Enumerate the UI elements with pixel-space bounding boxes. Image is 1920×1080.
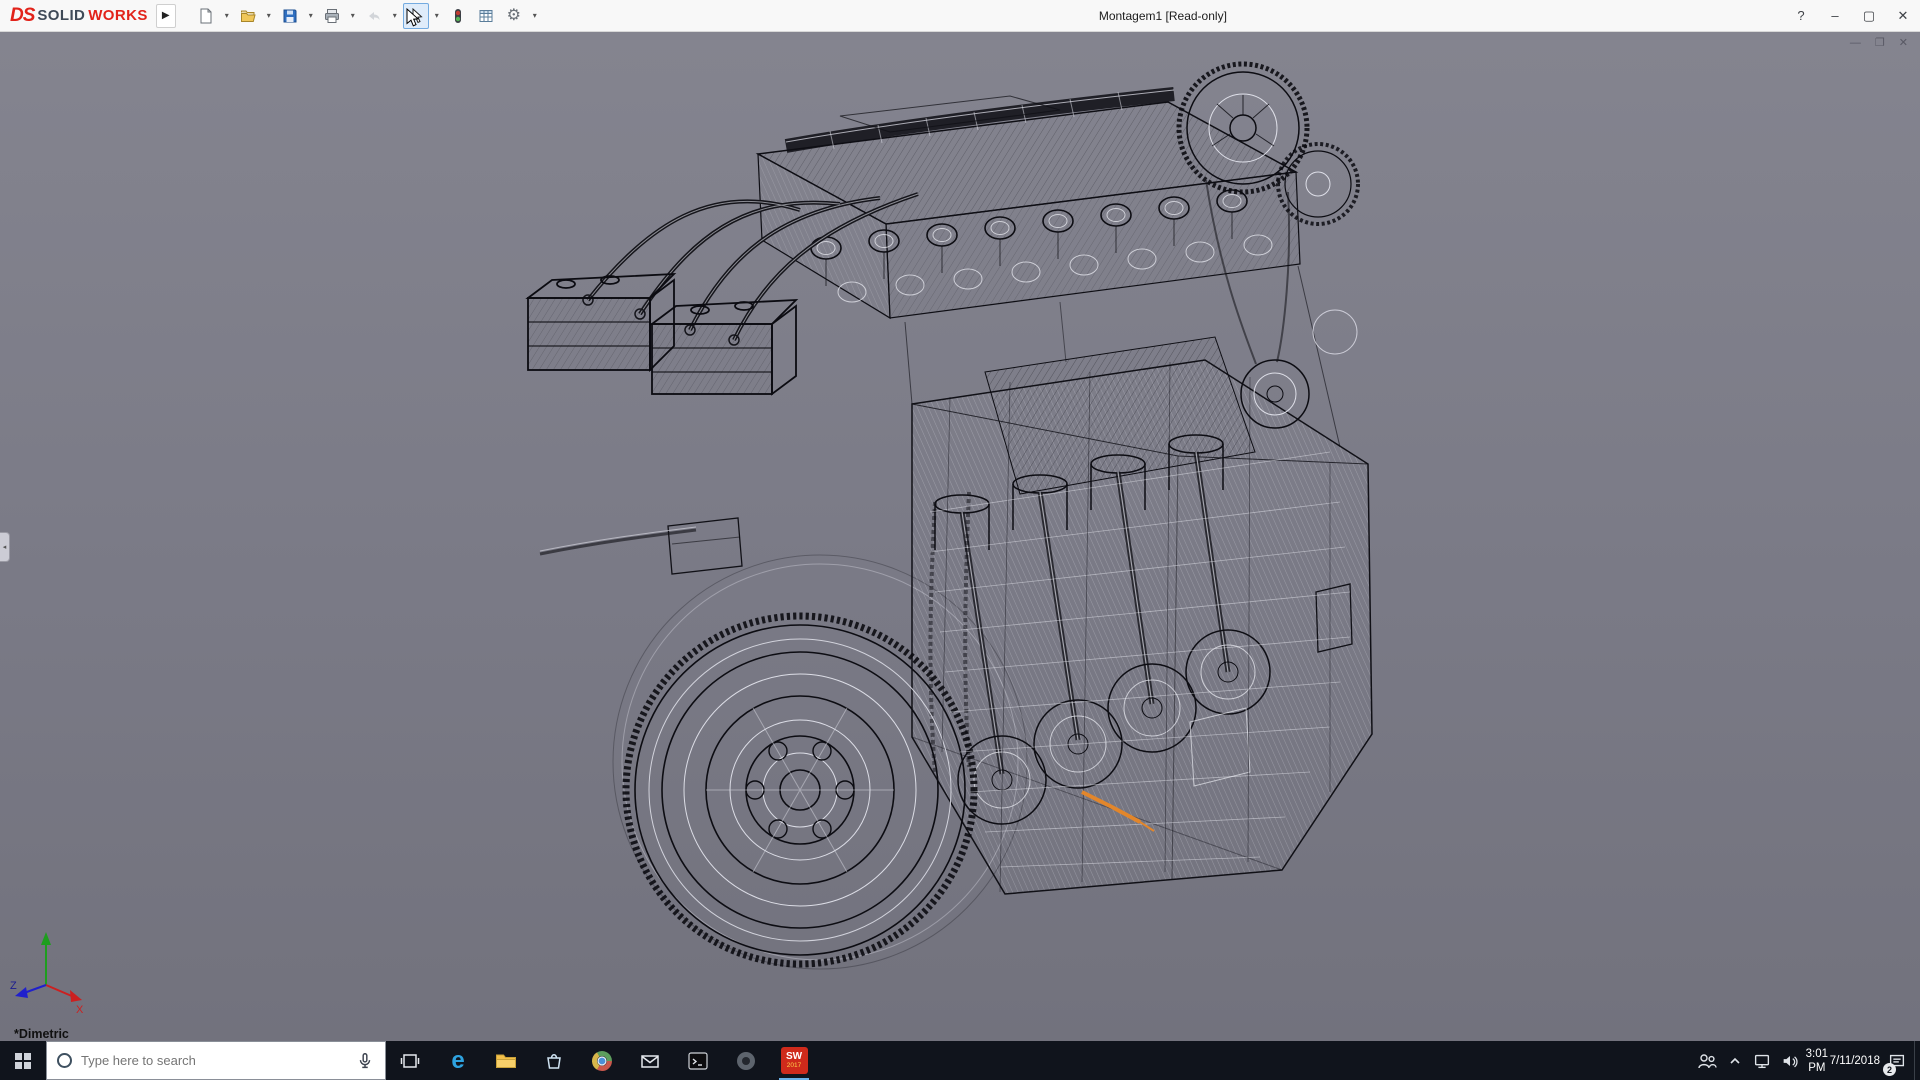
close-button[interactable]: ✕	[1886, 0, 1920, 31]
clock-date: 7/11/2018	[1830, 1054, 1880, 1068]
print-button[interactable]	[319, 3, 345, 29]
chrome-icon	[591, 1050, 613, 1072]
mail-envelope-icon	[639, 1050, 661, 1072]
new-document-button[interactable]	[193, 3, 219, 29]
rebuild-button[interactable]	[445, 3, 471, 29]
ignition-coils	[528, 274, 796, 394]
pinned-apps: e	[386, 1041, 818, 1080]
logo-text-solid: SOLID	[37, 7, 85, 24]
ds-logo-icon: DS	[10, 5, 34, 27]
microphone-icon[interactable]	[355, 1051, 375, 1071]
dropdown-caret[interactable]: ▾	[431, 11, 443, 20]
search-input[interactable]	[81, 1053, 346, 1068]
new-document-icon	[198, 8, 214, 24]
select-tool-button[interactable]	[403, 3, 429, 29]
logo-text-works: WORKS	[88, 7, 148, 24]
system-tray: 3:01 PM 7/11/2018 2	[1692, 1041, 1920, 1080]
gear-icon: ⚙	[507, 8, 521, 24]
open-folder-icon	[240, 8, 256, 24]
tray-overflow-button[interactable]	[1722, 1041, 1748, 1080]
maximize-button[interactable]: ▢	[1852, 0, 1886, 31]
save-button[interactable]	[277, 3, 303, 29]
store-button[interactable]	[530, 1041, 578, 1080]
chevron-up-icon	[1728, 1054, 1742, 1068]
solidworks-window: DS SOLIDWORKS ▶ ▾ ▾ ▾ ▾ ▾	[0, 0, 1920, 1080]
dropdown-caret[interactable]: ▾	[305, 11, 317, 20]
title-bar: DS SOLIDWORKS ▶ ▾ ▾ ▾ ▾ ▾	[0, 0, 1920, 32]
menu-flyout-button[interactable]: ▶	[156, 4, 176, 28]
people-button[interactable]	[1692, 1041, 1722, 1080]
feature-panel-collapse-tab[interactable]: ◂	[0, 532, 10, 562]
start-button[interactable]	[0, 1041, 46, 1080]
speaker-icon	[1780, 1051, 1800, 1071]
show-desktop-button[interactable]	[1914, 1041, 1920, 1080]
edge-browser-button[interactable]: e	[434, 1041, 482, 1080]
chrome-browser-button[interactable]	[578, 1041, 626, 1080]
edge-icon: e	[451, 1049, 464, 1073]
taskbar-search[interactable]	[46, 1041, 386, 1080]
orientation-triad[interactable]: X Z	[10, 925, 94, 1017]
window-controls: ? – ▢ ✕	[1784, 0, 1920, 31]
command-prompt-button[interactable]	[674, 1041, 722, 1080]
help-button[interactable]: ?	[1784, 0, 1818, 31]
select-cursor-icon	[408, 8, 424, 24]
cortana-icon	[57, 1053, 72, 1068]
windows-taskbar: e	[0, 1041, 1920, 1080]
doc-close-button[interactable]: ✕	[1899, 36, 1908, 50]
minimize-button[interactable]: –	[1818, 0, 1852, 31]
document-title: Montagem1 [Read-only]	[542, 9, 1784, 23]
dropdown-caret[interactable]: ▾	[221, 11, 233, 20]
mail-button[interactable]	[626, 1041, 674, 1080]
printer-icon	[324, 8, 340, 24]
dropdown-caret[interactable]: ▾	[347, 11, 359, 20]
undo-button[interactable]	[361, 3, 387, 29]
view-orientation-label: *Dimetric	[14, 1027, 69, 1041]
chevron-left-icon: ◂	[3, 543, 7, 551]
file-explorer-button[interactable]	[482, 1041, 530, 1080]
y-axis-arrow	[41, 932, 51, 945]
doc-restore-button[interactable]: ❐	[1875, 36, 1885, 50]
graphics-viewport[interactable]: — ❐ ✕ ◂ X Z *Dimetric	[0, 32, 1920, 1041]
engine-assembly-model[interactable]	[0, 32, 1920, 1041]
z-axis-arrow	[15, 987, 28, 998]
doc-minimize-button[interactable]: —	[1850, 36, 1861, 50]
people-icon	[1696, 1051, 1718, 1071]
document-window-controls: — ❐ ✕	[1850, 36, 1908, 50]
solidworks-app-button[interactable]: SW 2017	[770, 1041, 818, 1080]
z-axis-label: Z	[10, 980, 17, 992]
store-bag-icon	[543, 1050, 565, 1072]
round-app-icon	[735, 1050, 757, 1072]
network-icon	[1752, 1051, 1772, 1071]
quick-access-toolbar: ▾ ▾ ▾ ▾ ▾ ▾	[192, 3, 542, 29]
action-center-button[interactable]: 2	[1880, 1041, 1914, 1080]
dropdown-caret[interactable]: ▾	[389, 11, 401, 20]
dropdown-caret[interactable]: ▾	[529, 11, 541, 20]
windows-logo-icon	[15, 1053, 31, 1069]
x-axis-arrow	[70, 990, 82, 1002]
command-prompt-icon	[687, 1050, 709, 1072]
dropdown-caret[interactable]: ▾	[263, 11, 275, 20]
undo-arrow-icon	[366, 8, 382, 24]
table-grid-icon	[478, 8, 494, 24]
clock-time: 3:01 PM	[1804, 1047, 1830, 1075]
save-floppy-icon	[282, 8, 298, 24]
notification-badge: 2	[1883, 1063, 1896, 1076]
options-button[interactable]: ⚙	[501, 3, 527, 29]
task-view-button[interactable]	[386, 1041, 434, 1080]
taskbar-clock[interactable]: 3:01 PM 7/11/2018	[1804, 1041, 1880, 1080]
rebuild-stoplight-icon	[450, 8, 466, 24]
volume-button[interactable]	[1776, 1041, 1804, 1080]
network-button[interactable]	[1748, 1041, 1776, 1080]
task-view-icon	[399, 1050, 421, 1072]
x-axis-label: X	[76, 1004, 84, 1016]
open-button[interactable]	[235, 3, 261, 29]
design-table-button[interactable]	[473, 3, 499, 29]
round-app-button[interactable]	[722, 1041, 770, 1080]
file-explorer-icon	[494, 1050, 518, 1072]
solidworks-2017-icon: SW 2017	[781, 1047, 808, 1074]
solidworks-logo[interactable]: DS SOLIDWORKS	[0, 0, 154, 31]
